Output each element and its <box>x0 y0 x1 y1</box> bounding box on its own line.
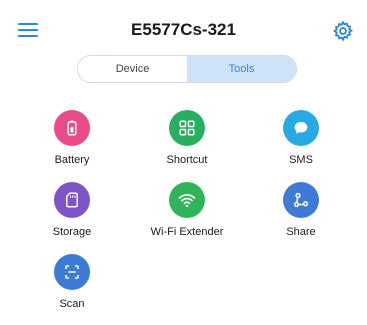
gear-icon[interactable] <box>332 20 354 42</box>
tool-sms[interactable]: SMS <box>246 110 356 166</box>
tool-label: Scan <box>59 298 85 310</box>
tool-scan[interactable]: Scan <box>17 254 127 310</box>
scan-icon <box>54 254 90 290</box>
tab-switcher: Device Tools <box>77 55 297 83</box>
tool-wifi-extender[interactable]: Wi-Fi Extender <box>132 182 242 238</box>
tool-label: Shortcut <box>166 154 208 166</box>
battery-icon <box>54 110 90 146</box>
tool-label: Share <box>286 226 316 238</box>
tool-battery[interactable]: Battery <box>17 110 127 166</box>
tool-share[interactable]: Share <box>246 182 356 238</box>
wifi-icon <box>169 182 205 218</box>
tool-storage[interactable]: Storage <box>17 182 127 238</box>
tab-tools[interactable]: Tools <box>187 56 296 82</box>
tool-label: SMS <box>289 154 313 166</box>
page-title: E5577Cs-321 <box>131 20 236 39</box>
tab-device[interactable]: Device <box>78 56 187 82</box>
sms-icon <box>283 110 319 146</box>
tool-shortcut[interactable]: Shortcut <box>132 110 242 166</box>
tool-label: Battery <box>54 154 90 166</box>
share-icon <box>283 182 319 218</box>
tool-label: Storage <box>52 226 92 238</box>
tool-label: Wi-Fi Extender <box>150 226 224 238</box>
sd-card-icon <box>54 182 90 218</box>
app-header: E5577Cs-321 <box>0 0 367 50</box>
shortcut-icon <box>169 110 205 146</box>
